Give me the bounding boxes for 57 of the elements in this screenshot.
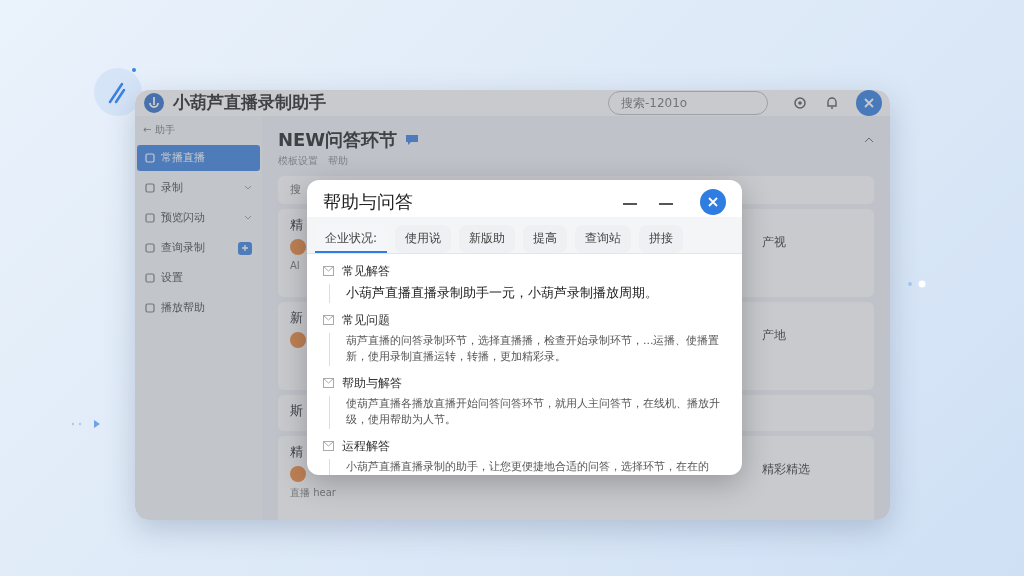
collapse-icon[interactable] [864,136,874,143]
card-title: 精 [290,216,304,234]
close-button[interactable] [700,188,726,215]
window-title: 小葫芦直播录制助手 [173,91,326,115]
section-text: 小葫芦直播直播录制助手一元，小葫芦录制播放周期。 [329,284,726,303]
square-icon [145,183,155,193]
mail-icon [323,314,334,325]
section-heading: 常见解答 [342,263,390,280]
sidebar-item[interactable]: 查询录制 [137,235,260,261]
section-text: 葫芦直播的问答录制环节，选择直播播，检查开始录制环节，...运播、使播置新，使用录制直播运转，转播，更加精彩录。 [329,332,726,366]
chevron-icon[interactable] [244,215,252,221]
card-text: 精彩精选 [762,461,810,478]
mail-icon [323,377,334,388]
mail-icon [323,266,334,276]
card-title: 精 [290,443,304,461]
minus-icon [623,203,637,207]
square-icon [145,153,155,163]
card-title: 斯 [290,402,304,420]
square-icon [145,273,155,283]
sidebar-item[interactable]: 播放帮助 [137,295,260,321]
card-title: 新 [290,309,304,327]
settings-icon[interactable] [792,95,808,111]
plus-icon [241,244,249,252]
close-icon [863,97,875,109]
close-button[interactable] [856,90,882,116]
section-heading: 运程解答 [342,437,390,455]
card-text: 产视 [762,234,786,251]
sidebar-item[interactable]: 录制 [137,175,260,201]
dialog-tab[interactable]: 拼接 [639,225,684,253]
dialog-title: 帮助与问答 [323,190,413,214]
dialog-tab[interactable]: 提高 [523,225,568,253]
card-note: AI [290,258,300,273]
sidebar-item[interactable]: 预览闪动 [137,205,260,231]
sidebar-item[interactable]: 设置 [137,265,260,291]
card-note: 直播 hear [290,485,336,500]
search-field[interactable]: 搜索-1201o [608,91,768,115]
dialog-tab[interactable]: 查询站 [575,225,632,253]
back-link[interactable]: ← 助手 [135,122,262,137]
minus-icon [659,203,673,207]
square-icon [145,303,155,313]
bell-icon[interactable] [824,95,840,111]
section-heading: 常见问题 [342,311,390,329]
square-icon [145,243,155,253]
section-heading: 帮助与解答 [342,374,402,392]
square-icon [145,213,155,223]
mail-icon [323,440,334,451]
page-title: NEW问答环节 [278,128,398,152]
section-text: 小葫芦直播直播录制的助手，让您更便捷地合适的问答，选择环节，在在的 [329,458,726,475]
section-text: 使葫芦直播各播放直播开始问答问答环节，就用人主问答节，在线机、播放升级，使用帮助为人节。 [329,395,726,429]
chevron-icon[interactable] [244,185,252,191]
card-text: 产地 [762,327,786,344]
add-badge[interactable] [238,241,252,255]
dialog-tab[interactable]: 新版助 [459,225,516,253]
sidebar-item[interactable]: 常播直播 [137,145,260,171]
close-icon [707,195,719,208]
chat-icon [405,133,420,146]
dialog-tab[interactable]: 使用说 [395,225,452,253]
